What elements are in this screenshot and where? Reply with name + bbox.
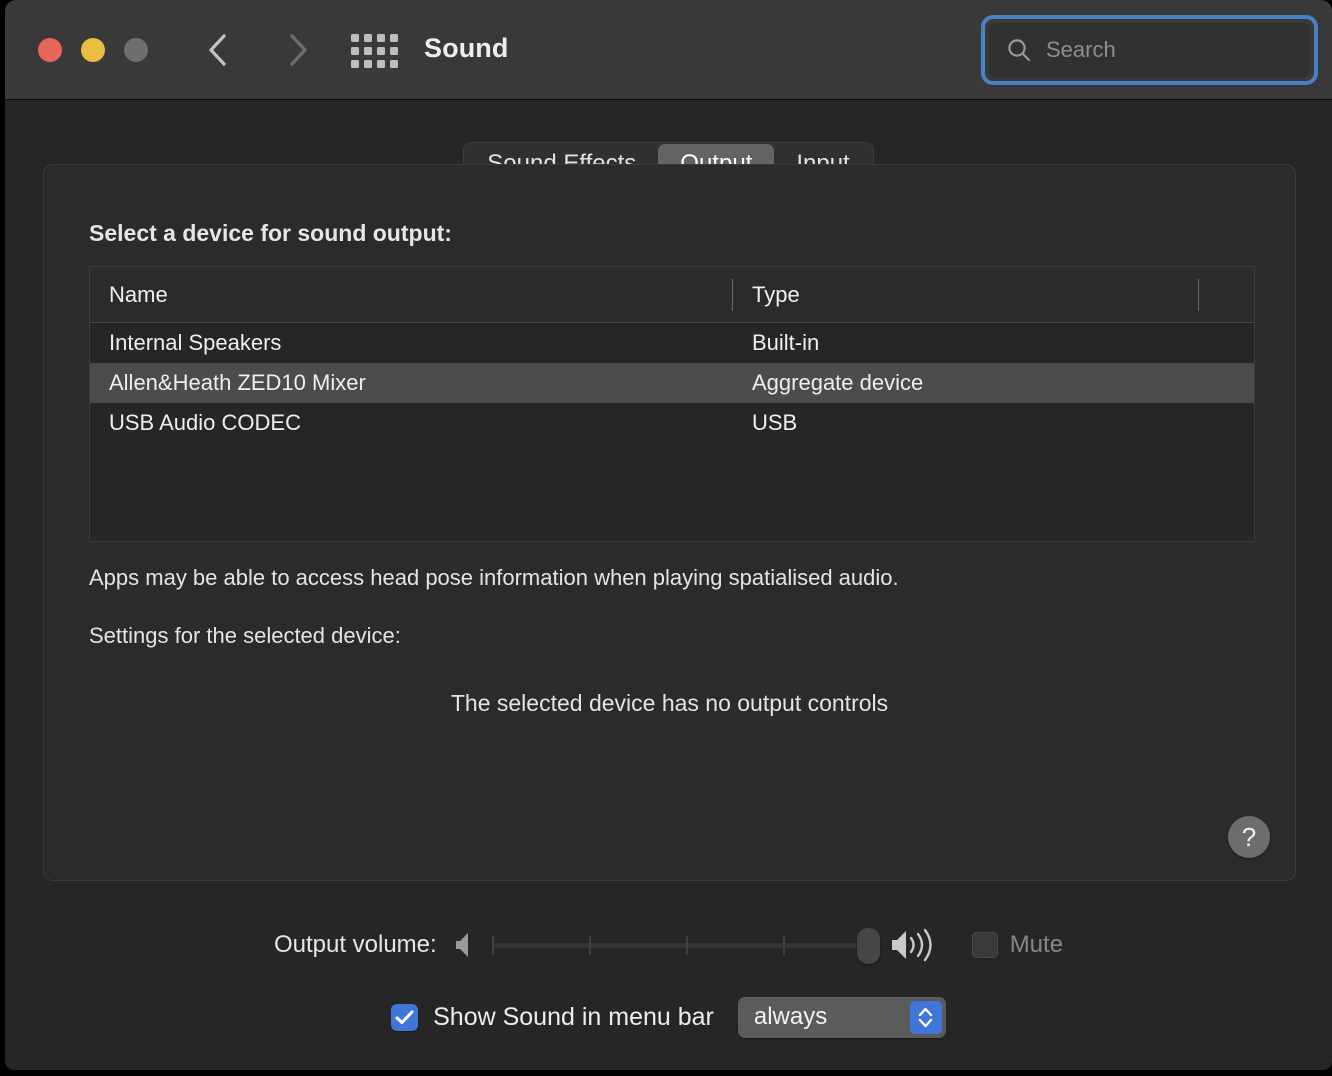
menu-bar-row: Show Sound in menu bar always — [5, 995, 1332, 1039]
device-type: Built-in — [752, 330, 820, 355]
sound-preferences-window: Sound Sound Effects Output Input Select … — [5, 0, 1332, 1070]
device-name: USB Audio CODEC — [109, 410, 301, 435]
column-header-name[interactable]: Name — [90, 267, 733, 322]
device-type: USB — [752, 410, 798, 435]
minimize-button[interactable] — [81, 38, 105, 62]
output-volume-slider[interactable] — [491, 922, 880, 968]
speaker-low-icon — [455, 933, 468, 957]
spatial-audio-note: Apps may be able to access head pose inf… — [89, 565, 899, 590]
column-header-type-label: Type — [752, 281, 800, 307]
slider-knob[interactable] — [856, 928, 880, 964]
show-all-grid-icon[interactable] — [351, 34, 398, 68]
search-icon — [1008, 39, 1031, 62]
page-title: Sound — [424, 33, 509, 63]
search-input[interactable] — [1044, 36, 1292, 64]
chevron-right-icon — [290, 34, 307, 66]
column-header-extra[interactable] — [1199, 267, 1254, 322]
output-volume-label: Output volume: — [273, 931, 437, 958]
slider-tick — [491, 936, 494, 955]
settings-label: Settings for the selected device: — [89, 623, 401, 648]
chevron-left-icon — [209, 34, 226, 66]
menu-bar-visibility-popup[interactable]: always — [737, 996, 946, 1038]
mute-checkbox[interactable] — [971, 932, 998, 958]
device-name: Allen&Heath ZED10 Mixer — [109, 370, 366, 395]
forward-button[interactable] — [278, 30, 318, 70]
search-field[interactable] — [981, 15, 1318, 85]
output-device-table[interactable]: Name Type Internal Speakers Built-in All… — [89, 266, 1255, 542]
slider-tick — [782, 936, 785, 955]
checkmark-icon — [395, 1010, 414, 1024]
panel-heading: Select a device for sound output: — [89, 220, 452, 246]
show-sound-in-menu-bar-label: Show Sound in menu bar — [433, 1002, 714, 1031]
no-output-controls-message: The selected device has no output contro… — [450, 690, 889, 716]
column-header-type[interactable]: Type — [733, 267, 1199, 322]
close-button[interactable] — [38, 38, 62, 62]
chevron-up-down-glyph — [919, 1007, 933, 1027]
back-button[interactable] — [198, 30, 238, 70]
speaker-high-icon — [891, 928, 932, 962]
table-row[interactable]: Allen&Heath ZED10 Mixer Aggregate device — [90, 363, 1254, 403]
mute-label: Mute — [1009, 931, 1064, 958]
slider-tick — [685, 936, 688, 955]
device-name: Internal Speakers — [109, 330, 282, 355]
navigation-buttons — [198, 30, 318, 70]
show-sound-in-menu-bar-checkbox[interactable] — [391, 1003, 419, 1031]
chevron-up-down-icon[interactable] — [909, 1000, 942, 1034]
table-header-row: Name Type — [90, 267, 1254, 323]
search-field-inner[interactable] — [989, 23, 1310, 77]
table-row[interactable]: USB Audio CODEC USB — [90, 403, 1254, 443]
output-volume-row: Output volume: Mute — [5, 921, 1332, 969]
help-button[interactable]: ? — [1228, 816, 1270, 858]
zoom-button[interactable] — [124, 38, 148, 62]
slider-tick — [588, 936, 591, 955]
column-header-name-label: Name — [109, 281, 168, 307]
traffic-light-controls — [38, 38, 148, 62]
popup-selected-value: always — [753, 1003, 828, 1030]
window-titlebar: Sound — [5, 0, 1332, 100]
output-settings-panel: Select a device for sound output: Name T… — [43, 164, 1296, 881]
device-type: Aggregate device — [752, 370, 924, 395]
table-row[interactable]: Internal Speakers Built-in — [90, 323, 1254, 363]
